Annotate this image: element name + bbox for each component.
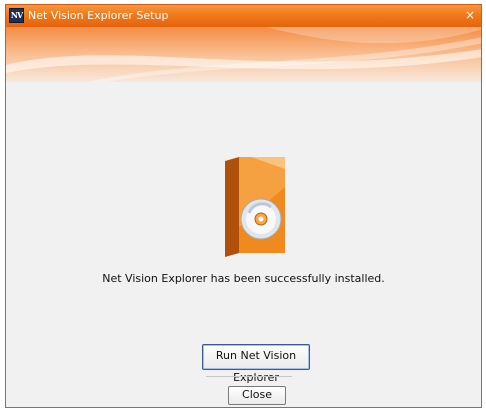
app-logo-icon: NV bbox=[9, 8, 24, 23]
divider bbox=[206, 376, 292, 377]
banner-swoosh-graphic bbox=[6, 27, 481, 82]
content-area: Net Vision Explorer has been successfull… bbox=[6, 82, 481, 407]
title-bar[interactable]: NV Net Vision Explorer Setup × bbox=[6, 5, 481, 27]
header-banner bbox=[6, 27, 481, 82]
setup-window: NV Net Vision Explorer Setup × Net Visio… bbox=[5, 4, 482, 408]
software-box-with-cd-icon bbox=[225, 157, 285, 257]
close-icon[interactable]: × bbox=[465, 8, 475, 22]
close-button[interactable]: Close bbox=[228, 386, 286, 405]
success-message: Net Vision Explorer has been successfull… bbox=[102, 272, 385, 285]
window-title: Net Vision Explorer Setup bbox=[28, 9, 169, 22]
run-net-vision-explorer-button[interactable]: Run Net Vision Explorer bbox=[202, 344, 310, 384]
